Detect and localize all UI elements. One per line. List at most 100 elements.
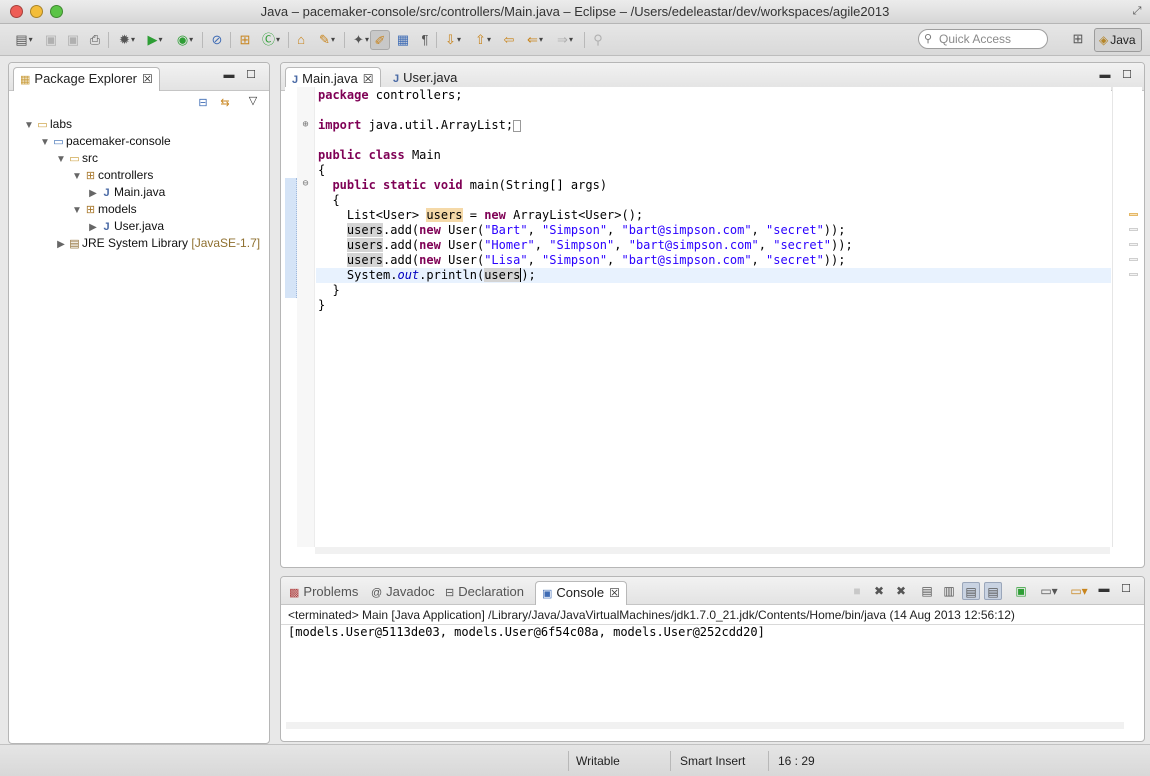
console-output[interactable]: [models.User@5113de03, models.User@6f54c… — [288, 625, 765, 639]
quick-access-placeholder: Quick Access — [939, 32, 1012, 46]
editor-tab-label: User.java — [403, 70, 458, 85]
collapsed-toggle-icon[interactable]: ▶ — [55, 236, 67, 253]
run-icon[interactable]: ▶ — [142, 30, 168, 50]
expand-toggle-icon[interactable]: ▼ — [23, 117, 35, 134]
tree-item-models[interactable]: ▼ ⊞ models — [71, 201, 137, 218]
collapse-fold-icon[interactable]: ⊖ — [300, 178, 311, 189]
pin-editor-icon[interactable]: ⚲ — [590, 30, 606, 50]
minimize-icon[interactable]: ▬ — [1099, 69, 1111, 81]
tab-label: Declaration — [458, 584, 524, 599]
code-line: public class Main — [318, 148, 441, 163]
code-line: public static void main(String[] args) — [318, 178, 607, 193]
maximize-icon[interactable]: ☐ — [1120, 583, 1132, 595]
tab-javadoc[interactable]: @ Javadoc — [365, 581, 441, 605]
expand-toggle-icon[interactable]: ▼ — [71, 168, 83, 185]
tab-declaration[interactable]: ⊟ Declaration — [439, 581, 530, 605]
tab-console[interactable]: ▣ Console ☒ — [535, 581, 627, 605]
tree-item-src[interactable]: ▼ ▭ src — [55, 150, 98, 167]
maximize-icon[interactable]: ☐ — [1121, 69, 1133, 81]
toolbar-separator — [230, 32, 231, 48]
remove-all-terminated-icon[interactable]: ✖ — [892, 582, 910, 600]
pin-console-icon[interactable]: ▣ — [1012, 582, 1030, 600]
collapsed-import-marker[interactable] — [513, 119, 522, 132]
tree-item-controllers[interactable]: ▼ ⊞ controllers — [71, 167, 153, 184]
code-token: users — [346, 253, 384, 267]
editor-horizontal-scrollbar[interactable] — [315, 547, 1110, 554]
new-class-icon[interactable]: Ⓒ — [258, 30, 284, 50]
problems-icon: ▩ — [289, 587, 300, 599]
open-perspective-icon[interactable]: ⊞ — [1068, 31, 1088, 49]
expand-fold-icon[interactable]: ⊕ — [300, 119, 311, 130]
new-icon[interactable]: ▤ — [10, 30, 38, 50]
display-console-icon[interactable]: ▭▾ — [1036, 582, 1062, 600]
occurrence-marker[interactable] — [1129, 213, 1138, 216]
toolbar-separator — [436, 32, 437, 48]
search-tools-icon[interactable]: ✎ — [314, 30, 340, 50]
maximize-icon[interactable]: ☐ — [245, 69, 257, 81]
clear-console-icon[interactable]: ▤ — [918, 582, 936, 600]
java-file-icon: J — [103, 187, 110, 199]
mark-occurrences-icon[interactable]: ✐ — [370, 30, 390, 50]
tree-item-main-java[interactable]: ▶ J Main.java — [87, 184, 165, 201]
close-icon[interactable]: ☒ — [363, 72, 374, 86]
open-console-icon[interactable]: ▭▾ — [1066, 582, 1092, 600]
java-perspective-button[interactable]: ◈ Java — [1094, 28, 1142, 52]
show-on-stderr-icon[interactable]: ▤ — [984, 582, 1002, 600]
save-all-icon[interactable]: ▣ — [64, 30, 82, 50]
declaration-icon: ⊟ — [445, 587, 455, 599]
fullscreen-icon[interactable]: ⤢ — [1130, 5, 1144, 17]
insert-mode-status[interactable]: Smart Insert — [680, 753, 745, 769]
skip-breakpoints-icon[interactable]: ⊘ — [208, 30, 226, 50]
tree-item-labs[interactable]: ▼ ▭ labs — [23, 116, 72, 133]
code-token: , — [607, 253, 622, 267]
previous-annotation-icon[interactable]: ⇧ — [470, 30, 496, 50]
last-edit-icon[interactable]: ⇦ — [500, 30, 518, 50]
back-icon[interactable]: ⇐ — [522, 30, 548, 50]
tab-problems[interactable]: ▩ Problems — [283, 581, 364, 605]
occurrence-marker[interactable] — [1129, 243, 1138, 246]
expand-toggle-icon[interactable]: ▼ — [55, 151, 67, 168]
collapsed-toggle-icon[interactable]: ▶ — [87, 185, 99, 202]
perspective-label: Java — [1110, 33, 1136, 47]
code-token: , — [534, 238, 550, 252]
tree-item-label: controllers — [98, 168, 154, 182]
new-package-icon[interactable]: ⊞ — [236, 30, 254, 50]
close-icon[interactable]: ☒ — [609, 586, 620, 600]
expand-toggle-icon[interactable]: ▼ — [71, 202, 83, 219]
code-editor[interactable]: ⊕ ⊖ package controllers; import java.uti… — [297, 87, 1111, 547]
occurrence-marker[interactable] — [1129, 258, 1138, 261]
minimize-icon[interactable]: ▬ — [1098, 583, 1110, 595]
console-horizontal-scrollbar[interactable] — [286, 722, 1124, 729]
collapse-all-icon[interactable]: ⊟ — [197, 97, 209, 109]
tab-package-explorer[interactable]: ▦ Package Explorer ☒ — [13, 67, 160, 91]
quick-access-field[interactable]: ⚲ Quick Access — [918, 29, 1048, 49]
tree-item-jre-system-library[interactable]: ▶ ▤ JRE System Library [JavaSE-1.7] — [55, 235, 260, 252]
print-icon[interactable]: ⎙ — [86, 30, 104, 50]
expand-toggle-icon[interactable]: ▼ — [39, 134, 51, 151]
save-icon[interactable]: ▣ — [42, 30, 60, 50]
scroll-lock-icon[interactable]: ▥ — [940, 582, 958, 600]
overview-ruler[interactable] — [1112, 87, 1142, 547]
forward-icon[interactable]: ⇒ — [552, 30, 578, 50]
close-icon[interactable]: ☒ — [142, 72, 153, 86]
tree-item-user-java[interactable]: ▶ J User.java — [87, 218, 164, 235]
terminate-icon[interactable]: ■ — [848, 582, 866, 600]
code-token: "bart@simpson.com" — [621, 223, 752, 237]
show-on-stdout-icon[interactable]: ▤ — [962, 582, 980, 600]
debug-icon[interactable]: ✹ — [114, 30, 140, 50]
block-selection-icon[interactable]: ▦ — [394, 30, 412, 50]
package-icon: ⊞ — [85, 170, 96, 182]
view-menu-icon[interactable]: ▽ — [247, 95, 259, 107]
open-type-icon[interactable]: ⌂ — [292, 30, 310, 50]
remove-launch-icon[interactable]: ✖ — [870, 582, 888, 600]
collapsed-toggle-icon[interactable]: ▶ — [87, 219, 99, 236]
occurrence-marker[interactable] — [1129, 228, 1138, 231]
occurrence-marker[interactable] — [1129, 273, 1138, 276]
code-token: import — [318, 118, 362, 132]
show-whitespace-icon[interactable]: ¶ — [416, 30, 434, 50]
run-external-icon[interactable]: ◉ — [172, 30, 198, 50]
tree-item-pacemaker-console[interactable]: ▼ ▭ pacemaker-console — [39, 133, 171, 150]
link-with-editor-icon[interactable]: ⇆ — [219, 97, 231, 109]
minimize-icon[interactable]: ▬ — [223, 69, 235, 81]
next-annotation-icon[interactable]: ⇩ — [440, 30, 466, 50]
